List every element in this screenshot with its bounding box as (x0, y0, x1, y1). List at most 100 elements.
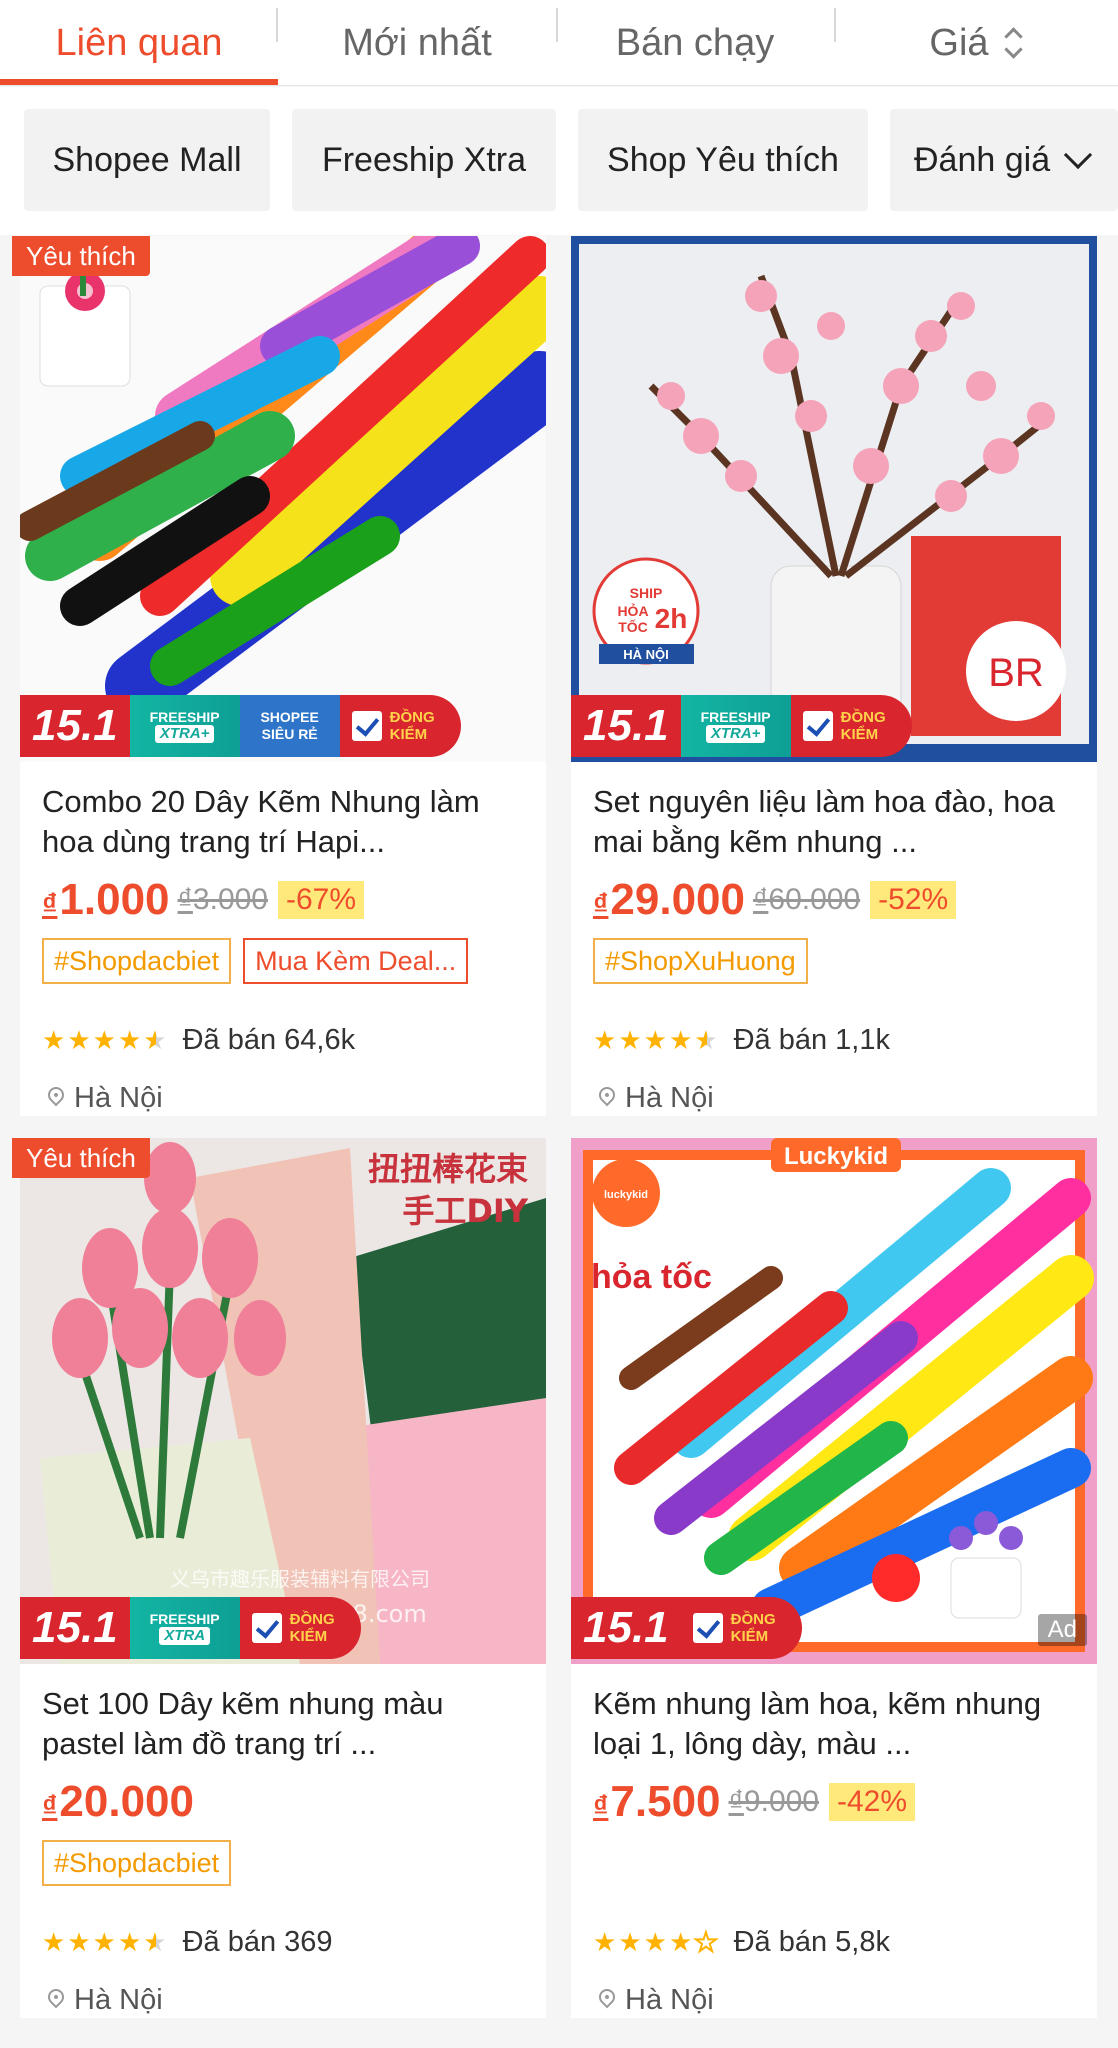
product-title: Kẽm nhung làm hoa, kẽm nhung loại 1, lôn… (593, 1686, 1042, 1761)
freeship-bottom: XTRA (159, 1627, 211, 1645)
dong-bottom: KIỂM (730, 1628, 769, 1645)
freeship-top: FREESHIP (149, 1611, 220, 1628)
price-value: 1.000 (59, 875, 170, 924)
ship-text: HÀ NỘI (623, 647, 669, 662)
pipe-cleaner-colors-image: Luckykid luckykid hỏa tốc (571, 1138, 1097, 1664)
tab-moi-nhat[interactable]: Mới nhất (278, 0, 556, 86)
dong-top: ĐỒNG (289, 1610, 335, 1628)
ship-text: HỎA (617, 602, 648, 619)
star-icon: ★ (67, 1025, 91, 1055)
tag[interactable]: #Shopdacbiet (42, 938, 232, 984)
star-icon: ★ (593, 1927, 617, 1957)
star-icon: ★ (668, 1025, 693, 1055)
product-card[interactable]: Luckykid luckykid hỏa tốc 15.1 ĐỒNG KIỂM … (571, 1138, 1097, 2018)
promo-strip: 15.1 ĐỒNG KIỂM (571, 1597, 802, 1659)
location-pin-icon (595, 1083, 619, 1107)
ship-text: SHIP (630, 585, 663, 601)
brand-text: Luckykid (784, 1143, 888, 1170)
sort-arrows-icon (1003, 27, 1023, 59)
location-pin-icon (44, 1985, 68, 2009)
price-row: ₫20.000 (42, 1774, 194, 1830)
promo-strip: 15.1 FREESHIP XTRA+ SHOPEE SIÊU RẺ ĐỒNG KIỂ… (20, 695, 461, 757)
favorite-badge: Yêu thích (12, 236, 150, 276)
location: Hà Nội (42, 1980, 163, 2020)
rating-row: ★ ★ ★ ★ ★ Đã bán 5,8k (593, 1922, 890, 1962)
star-icon: ★ (618, 1025, 642, 1055)
price-value: 7.500 (610, 1777, 721, 1826)
ad-label: Ad (1037, 1614, 1087, 1646)
filter-freeship-xtra[interactable]: Freeship Xtra (292, 109, 556, 211)
freeship-top: FREESHIP (700, 709, 771, 726)
price-row: ₫29.000 ₫60.000 -52% (593, 872, 957, 928)
location: Hà Nội (42, 1078, 163, 1118)
rating-row: ★ ★ ★ ★ ★ Đã bán 64,6k (42, 1020, 355, 1060)
star-icon: ★ (92, 1025, 116, 1055)
star-icon: ★ (67, 1927, 91, 1957)
sold-count: Đã bán 64,6k (182, 1023, 356, 1056)
filter-label: Shop Yêu thích (607, 140, 839, 179)
freeship-top: FREESHIP (149, 709, 220, 726)
star-icon: ★ (42, 1927, 66, 1957)
peach-blossom-image: SHIP HỎA TỐC 2h HÀ NỘI BR (571, 236, 1097, 762)
tab-label: Liên quan (55, 21, 223, 64)
discount-badge: -42% (829, 1783, 916, 1821)
shop-logo-text: luckykid (604, 1189, 648, 1201)
filter-label: Shopee Mall (52, 140, 242, 179)
product-image: SHIP HỎA TỐC 2h HÀ NỘI BR (571, 236, 1097, 762)
freeship-badge: FREESHIP XTRA+ (680, 695, 791, 757)
filter-danh-gia[interactable]: Đánh giá (890, 109, 1118, 211)
star-icon: ★ (618, 1927, 642, 1957)
star-icon: ★ (593, 1025, 617, 1055)
star-icon: ★ (117, 1927, 142, 1957)
tag[interactable]: Mua Kèm Deal... (243, 938, 469, 984)
promo-date: 15.1 (20, 1597, 130, 1659)
promo-date: 15.1 (20, 695, 130, 757)
price: ₫7.500 (593, 1777, 721, 1827)
product-image: Luckykid luckykid hỏa tốc (571, 1138, 1097, 1664)
tag[interactable]: #Shopdacbiet (42, 1840, 232, 1886)
price-row: ₫1.000 ₫3.000 -67% (42, 872, 365, 928)
image-caption: 扭扭棒花束 (368, 1150, 528, 1188)
product-image: 扭扭棒花束 手工DIY 义乌市趣乐服装辅料有限公司 299.1688.com (20, 1138, 546, 1664)
dong-top: ĐỒNG (730, 1610, 776, 1628)
currency: ₫ (42, 888, 58, 921)
star-icon: ★ (117, 1025, 142, 1055)
ship-text: TỐC (618, 618, 648, 635)
tag[interactable]: #ShopXuHuong (593, 938, 808, 984)
star-icon: ★ (92, 1927, 116, 1957)
product-title: Set nguyên liệu làm hoa đào, hoa mai bằn… (593, 784, 1055, 859)
tab-lien-quan[interactable]: Liên quan (0, 0, 278, 86)
freeship-badge: FREESHIP XTRA (129, 1597, 240, 1659)
location-pin-icon (595, 1985, 619, 2009)
tab-gia[interactable]: Giá (834, 0, 1118, 86)
product-card[interactable]: 扭扭棒花束 手工DIY 义乌市趣乐服装辅料有限公司 299.1688.com Y… (12, 1138, 546, 2020)
currency: ₫ (177, 883, 193, 916)
price: ₫1.000 (42, 875, 170, 925)
dong-kiem-badge: ĐỒNG KIỂM (239, 1597, 361, 1659)
favorite-badge: Yêu thích (12, 1138, 150, 1178)
location-pin-icon (44, 1083, 68, 1107)
promo-strip: 15.1 FREESHIP XTRA ĐỒNG KIỂM (20, 1597, 361, 1659)
location-text: Hà Nội (625, 1983, 714, 2016)
old-price-value: 3.000 (192, 883, 268, 916)
currency: ₫ (42, 1790, 58, 1823)
product-card[interactable]: Yêu thích 15.1 FREESHIP XTRA+ SHOPEE SIÊU … (12, 236, 546, 1118)
tab-label: Mới nhất (342, 21, 492, 64)
product-title: Set 100 Dây kẽm nhung màu pastel làm đồ … (42, 1686, 444, 1761)
star-icon: ★ (643, 1927, 667, 1957)
chevron-down-icon (1063, 140, 1093, 170)
discount-badge: -67% (278, 881, 365, 919)
filter-bar: Shopee Mall Freeship Xtra Shop Yêu thích… (0, 87, 1118, 235)
dong-top: ĐỒNG (389, 708, 435, 726)
pipe-cleaner-bundle-image (20, 236, 546, 762)
star-icon: ★ (668, 1927, 693, 1957)
filter-shop-yeu-thich[interactable]: Shop Yêu thích (578, 109, 868, 211)
freeship-badge: FREESHIP XTRA+ (129, 695, 240, 757)
tab-ban-chay[interactable]: Bán chạy (556, 0, 834, 86)
product-card[interactable]: SHIP HỎA TỐC 2h HÀ NỘI BR 15.1 FREESHIP X… (571, 236, 1097, 1116)
location-text: Hà Nội (74, 1983, 163, 2016)
dong-bottom: KIỂM (840, 726, 879, 743)
promo-date: 15.1 (571, 1597, 681, 1659)
filter-shopee-mall[interactable]: Shopee Mall (24, 109, 270, 211)
freeship-bottom: XTRA+ (705, 725, 766, 743)
